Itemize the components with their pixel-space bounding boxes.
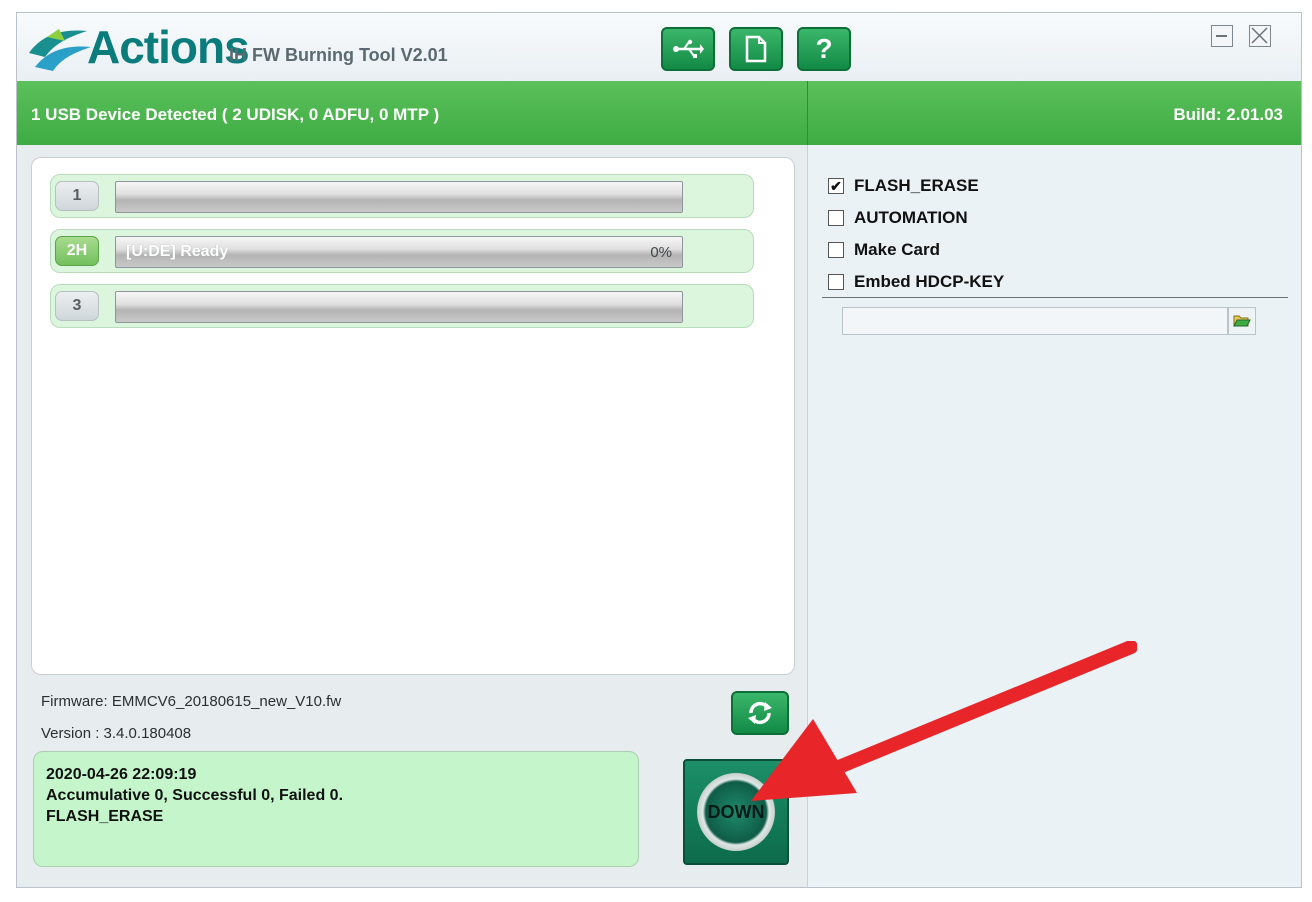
device-slot-1[interactable]: 1 bbox=[50, 174, 754, 218]
option-label: Embed HDCP-KEY bbox=[854, 272, 1005, 291]
close-icon bbox=[1251, 27, 1268, 44]
file-button[interactable] bbox=[729, 27, 783, 71]
embed-hdcp-key-checkbox[interactable] bbox=[828, 274, 844, 290]
log-timestamp: 2020-04-26 22:09:19 bbox=[46, 766, 197, 783]
usb-icon bbox=[673, 39, 704, 58]
build-number: Build: 2.01.03 bbox=[1173, 105, 1283, 124]
minimize-icon bbox=[1216, 35, 1227, 37]
firmware-file-label: Firmware: EMMCV6_20180615_new_V10.fw bbox=[41, 693, 342, 710]
option-automation[interactable]: AUTOMATION bbox=[828, 207, 968, 229]
hdcp-key-path-input[interactable] bbox=[842, 307, 1228, 335]
device-slot-2h[interactable]: 2H [U:DE] Ready 0% bbox=[50, 229, 754, 273]
make-card-checkbox[interactable] bbox=[828, 242, 844, 258]
logo-text: Actions bbox=[87, 21, 250, 73]
slot-number: 1 bbox=[55, 181, 99, 211]
status-bar: 1 USB Device Detected ( 2 UDISK, 0 ADFU,… bbox=[17, 81, 1301, 145]
log-mode: FLASH_ERASE bbox=[46, 808, 164, 825]
flash-erase-checkbox[interactable]: ✔ bbox=[828, 178, 844, 194]
slot-number: 3 bbox=[55, 291, 99, 321]
slot-percent: 0% bbox=[650, 244, 672, 261]
slot-status: [U:DE] Ready bbox=[126, 243, 229, 260]
app-title: IH FW Burning Tool V2.01 bbox=[229, 45, 448, 65]
option-label: AUTOMATION bbox=[854, 208, 968, 227]
log-panel: 2020-04-26 22:09:19 Accumulative 0, Succ… bbox=[33, 751, 639, 867]
status-divider bbox=[807, 81, 808, 145]
file-icon bbox=[745, 35, 767, 63]
slot-progress-bar: [U:DE] Ready 0% bbox=[115, 236, 683, 268]
usb-button[interactable] bbox=[661, 27, 715, 71]
annotation-arrow-icon bbox=[751, 641, 1137, 801]
option-make-card[interactable]: Make Card bbox=[828, 239, 940, 261]
folder-open-icon bbox=[1233, 315, 1251, 327]
slot-progress-bar bbox=[115, 291, 683, 323]
slot-number: 2H bbox=[55, 236, 99, 266]
firmware-version-label: Version : 3.4.0.180408 bbox=[41, 725, 192, 742]
help-button[interactable]: ? bbox=[797, 27, 851, 71]
app-window: Actions IH FW Burning Tool V2.01 ? 1 USB… bbox=[16, 12, 1302, 888]
option-embed-hdcp-key[interactable]: Embed HDCP-KEY bbox=[828, 271, 1004, 293]
title-bar: Actions IH FW Burning Tool V2.01 ? bbox=[17, 13, 1301, 81]
device-slot-3[interactable]: 3 bbox=[50, 284, 754, 328]
device-list: 1 2H [U:DE] Ready 0% 3 bbox=[31, 157, 795, 675]
slot-progress-bar bbox=[115, 181, 683, 213]
device-detected-text: 1 USB Device Detected ( 2 UDISK, 0 ADFU,… bbox=[31, 105, 440, 124]
left-pane: 1 2H [U:DE] Ready 0% 3 Firmware: EMMCV6_… bbox=[17, 145, 807, 887]
minimize-button[interactable] bbox=[1211, 25, 1233, 47]
option-flash-erase[interactable]: ✔ FLASH_ERASE bbox=[828, 175, 979, 197]
log-summary: Accumulative 0, Successful 0, Failed 0. bbox=[46, 787, 344, 804]
browse-button[interactable] bbox=[1228, 307, 1256, 335]
help-icon: ? bbox=[815, 33, 833, 64]
automation-checkbox[interactable] bbox=[828, 210, 844, 226]
options-divider bbox=[822, 297, 1288, 298]
option-label: FLASH_ERASE bbox=[854, 176, 979, 195]
option-label: Make Card bbox=[854, 240, 940, 259]
close-button[interactable] bbox=[1249, 25, 1271, 47]
actions-logo-icon bbox=[29, 29, 91, 71]
